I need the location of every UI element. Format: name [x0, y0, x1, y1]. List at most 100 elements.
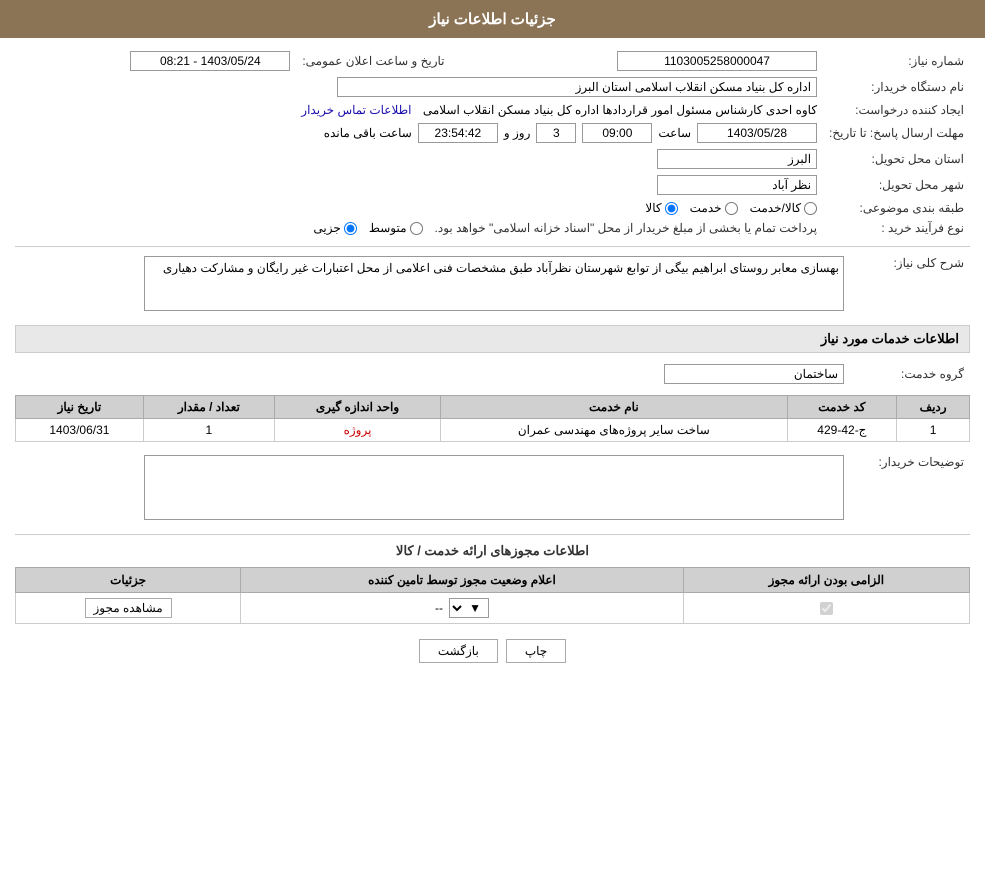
date-cell: 1403/06/31 [16, 419, 144, 442]
process-type-partial[interactable]: جزیی [313, 221, 356, 235]
col-permit-required: الزامی بودن ارائه مجوز [683, 568, 969, 593]
buyer-org-input[interactable] [337, 77, 817, 97]
need-number-value [476, 48, 823, 74]
footer-buttons: چاپ بازگشت [15, 639, 970, 663]
buyer-desc-row: توضیحات خریدار: [15, 452, 970, 526]
name-cell: ساخت سایر پروژه‌های مهندسی عمران [441, 419, 787, 442]
col-service-code: کد خدمت [787, 396, 897, 419]
permits-section: اطلاعات مجوزهای ارائه خدمت / کالا الزامی… [15, 543, 970, 624]
permit-status-select[interactable]: ▼ [449, 598, 489, 618]
divider-1 [15, 246, 970, 247]
unit-cell: پروژه [274, 419, 440, 442]
reply-date-input[interactable] [697, 123, 817, 143]
service-group-label: گروه خدمت: [850, 361, 970, 387]
need-number-label: شماره نیاز: [823, 48, 970, 74]
permit-required-cell [683, 593, 969, 624]
buyer-desc-label: توضیحات خریدار: [850, 452, 970, 526]
page-header: جزئیات اطلاعات نیاز [0, 0, 985, 38]
permits-header-row: الزامی بودن ارائه مجوز اعلام وضعیت مجوز … [16, 568, 970, 593]
service-group-input[interactable] [664, 364, 844, 384]
page-wrapper: جزئیات اطلاعات نیاز شماره نیاز: تاریخ و … [0, 0, 985, 875]
col-service-name: نام خدمت [441, 396, 787, 419]
announcement-datetime-value [15, 48, 296, 74]
permit-status-cell: ▼ -- [241, 593, 684, 624]
permit-required-checkbox-wrapper [692, 602, 961, 615]
reply-deadline-value: ساعت روز و ساعت باقی مانده [15, 120, 823, 146]
services-table: ردیف کد خدمت نام خدمت واحد اندازه گیری ت… [15, 395, 970, 442]
remaining-time-input[interactable] [418, 123, 498, 143]
need-desc-value [15, 253, 850, 317]
print-button[interactable]: چاپ [506, 639, 566, 663]
category-service-label: خدمت [690, 201, 722, 215]
category-goods[interactable]: کالا [645, 201, 677, 215]
main-content: شماره نیاز: تاریخ و ساعت اعلان عمومی: نا… [0, 38, 985, 688]
process-type-row: نوع فرآیند خرید : پرداخت تمام یا بخشی از… [15, 218, 970, 238]
need-desc-label: شرح کلی نیاز: [850, 253, 970, 317]
services-header-row: ردیف کد خدمت نام خدمت واحد اندازه گیری ت… [16, 396, 970, 419]
remaining-suffix: ساعت باقی مانده [324, 126, 412, 140]
need-number-input[interactable] [617, 51, 817, 71]
need-desc-table: شرح کلی نیاز: [15, 253, 970, 317]
buyer-desc-value [15, 452, 850, 526]
reply-deadline-label: مهلت ارسال پاسخ: تا تاریخ: [823, 120, 970, 146]
process-type-medium-radio[interactable] [410, 222, 423, 235]
delivery-province-label: استان محل تحویل: [823, 146, 970, 172]
contact-link[interactable]: اطلاعات تماس خریدار [301, 103, 411, 117]
back-button[interactable]: بازگشت [419, 639, 498, 663]
col-row-num: ردیف [897, 396, 970, 419]
delivery-city-row: شهر محل تحویل: [15, 172, 970, 198]
process-type-medium[interactable]: متوسط [369, 221, 423, 235]
delivery-city-label: شهر محل تحویل: [823, 172, 970, 198]
delivery-province-value [15, 146, 823, 172]
divider-2 [15, 534, 970, 535]
permit-details-cell: مشاهده مجوز [16, 593, 241, 624]
buyer-desc-textarea[interactable] [144, 455, 844, 520]
main-info-table: شماره نیاز: تاریخ و ساعت اعلان عمومی: نا… [15, 48, 970, 238]
col-quantity: تعداد / مقدار [143, 396, 274, 419]
permits-table: الزامی بودن ارائه مجوز اعلام وضعیت مجوز … [15, 567, 970, 624]
need-desc-row: شرح کلی نیاز: [15, 253, 970, 317]
category-goods-radio[interactable] [665, 202, 678, 215]
service-group-row: گروه خدمت: [15, 361, 970, 387]
table-row: 1 ج-42-429 ساخت سایر پروژه‌های مهندسی عم… [16, 419, 970, 442]
view-permit-button[interactable]: مشاهده مجوز [85, 598, 172, 618]
process-type-radio-group: پرداخت تمام یا بخشی از مبلغ خریدار از مح… [21, 221, 817, 235]
col-unit: واحد اندازه گیری [274, 396, 440, 419]
reply-time-input[interactable] [582, 123, 652, 143]
time-label: ساعت [658, 126, 691, 140]
service-group-table: گروه خدمت: [15, 361, 970, 387]
services-section-header: اطلاعات خدمات مورد نیاز [15, 325, 970, 353]
process-type-label: نوع فرآیند خرید : [823, 218, 970, 238]
category-service[interactable]: خدمت [690, 201, 738, 215]
requester-value: کاوه احدی کارشناس مسئول امور قراردادها ا… [15, 100, 823, 120]
delivery-city-input[interactable] [657, 175, 817, 195]
permit-status-wrapper: ▼ -- [249, 598, 675, 618]
process-type-partial-radio[interactable] [344, 222, 357, 235]
process-type-value: پرداخت تمام یا بخشی از مبلغ خریدار از مح… [15, 218, 823, 238]
need-desc-textarea[interactable] [144, 256, 844, 311]
category-label: طبقه بندی موضوعی: [823, 198, 970, 218]
col-permit-status: اعلام وضعیت مجوز توسط تامین کننده [241, 568, 684, 593]
buyer-org-value [15, 74, 823, 100]
days-label: روز و [504, 126, 531, 140]
unit-link[interactable]: پروژه [344, 423, 372, 437]
row-num-cell: 1 [897, 419, 970, 442]
col-permit-details: جزئیات [16, 568, 241, 593]
category-goods-services-radio[interactable] [804, 202, 817, 215]
remaining-days-input[interactable] [536, 123, 576, 143]
category-service-radio[interactable] [725, 202, 738, 215]
delivery-city-value [15, 172, 823, 198]
buyer-org-label: نام دستگاه خریدار: [823, 74, 970, 100]
category-goods-services[interactable]: کالا/خدمت [750, 201, 817, 215]
announcement-datetime-input[interactable] [130, 51, 290, 71]
header-title: جزئیات اطلاعات نیاز [429, 11, 556, 28]
permit-required-checkbox[interactable] [820, 602, 833, 615]
process-type-text: پرداخت تمام یا بخشی از مبلغ خریدار از مح… [435, 221, 818, 235]
services-table-head: ردیف کد خدمت نام خدمت واحد اندازه گیری ت… [16, 396, 970, 419]
delivery-province-input[interactable] [657, 149, 817, 169]
process-type-medium-label: متوسط [369, 221, 407, 235]
requester-row: ایجاد کننده درخواست: کاوه احدی کارشناس م… [15, 100, 970, 120]
buyer-org-row: نام دستگاه خریدار: [15, 74, 970, 100]
category-value: کالا/خدمت خدمت کالا [15, 198, 823, 218]
permits-section-title: اطلاعات مجوزهای ارائه خدمت / کالا [15, 543, 970, 559]
